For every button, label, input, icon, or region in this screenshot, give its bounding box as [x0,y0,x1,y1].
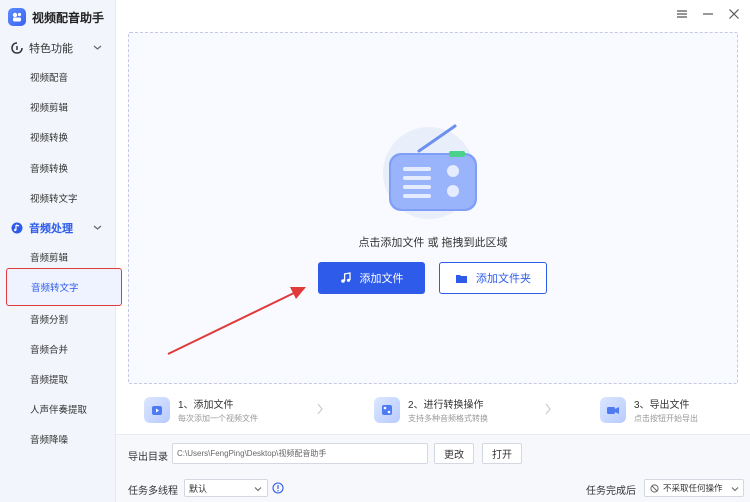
chevron-down-icon [93,45,102,50]
sidebar-item-audio-merge[interactable]: 音频合并 [0,336,116,362]
section-special-features[interactable]: 特色功能 [0,36,116,60]
sidebar: 视频配音助手 特色功能 视频配音 视频剪辑 视频转换 音频转换 视频转文字 音频… [0,0,122,502]
step-desc: 每次添加一个视频文件 [178,414,258,423]
section-label: 特色功能 [29,43,73,55]
sidebar-item-audio-split[interactable]: 音频分割 [0,306,116,332]
multithread-value: 默认 [189,483,208,494]
section-audio-processing[interactable]: 音频处理 [0,216,116,240]
sidebar-item-audio-to-text[interactable]: 音频转文字 [6,268,122,306]
add-folder-button[interactable]: 添加文件夹 [439,262,547,294]
window-controls [676,8,740,20]
add-file-step-icon [144,397,170,423]
step-desc: 点击按钮开始导出 [634,414,698,423]
step-export: 3、导出文件 点击按钮开始导出 [600,388,698,432]
sidebar-item-audio-denoise[interactable]: 音频降噪 [0,426,116,452]
menu-icon[interactable] [676,8,688,20]
radio-illustration-icon [383,124,477,219]
sidebar-item-video-dubbing[interactable]: 视频配音 [0,64,116,90]
convert-step-icon [374,397,400,423]
step-add-file: 1、添加文件 每次添加一个视频文件 [144,388,258,432]
chevron-right-icon [317,403,323,415]
multithread-label: 任务多线程 [128,486,178,497]
multithread-select[interactable]: 默认 [184,479,268,497]
after-task-value: 不采取任何操作 [663,483,723,493]
chevron-down-icon [731,487,739,492]
after-task-label: 任务完成后 [586,486,636,497]
sidebar-item-vocal-extract[interactable]: 人声伴奏提取 [0,396,116,422]
minimize-icon[interactable] [702,8,714,20]
app-header: 视频配音助手 [8,6,104,28]
info-icon[interactable] [272,482,284,494]
export-dir-label: 导出目录 [128,452,168,463]
chevron-down-icon [254,487,262,492]
close-icon[interactable] [728,8,740,20]
sidebar-item-video-convert[interactable]: 视频转换 [0,124,116,150]
drop-hint: 点击添加文件 或 拖拽到此区域 [358,237,508,249]
chevron-down-icon [93,225,102,230]
ban-icon [650,484,659,493]
change-dir-button[interactable]: 更改 [434,443,474,464]
step-title: 2、进行转换操作 [408,400,484,411]
audio-processing-icon [11,222,23,234]
export-step-icon [600,397,626,423]
add-file-label: 添加文件 [359,273,404,285]
app-title: 视频配音助手 [32,10,105,25]
app-logo-icon [8,8,26,26]
sidebar-item-audio-edit[interactable]: 音频剪辑 [0,244,116,270]
sidebar-item-audio-extract[interactable]: 音频提取 [0,366,116,392]
add-folder-label: 添加文件夹 [476,273,531,285]
sidebar-item-video-edit[interactable]: 视频剪辑 [0,94,116,120]
steps-bar: 1、添加文件 每次添加一个视频文件 2、进行转换操作 支持多种音频格式转换 3、… [128,388,738,432]
step-convert: 2、进行转换操作 支持多种音频格式转换 [374,388,488,432]
export-path-field[interactable] [172,443,428,464]
chevron-right-icon [545,403,551,415]
file-drop-zone[interactable]: 点击添加文件 或 拖拽到此区域 添加文件 添加文件夹 [128,32,738,384]
footer: 导出目录 更改 打开 任务多线程 默认 任务完成后 不采取任何操作 [116,434,750,502]
add-file-button[interactable]: 添加文件 [318,262,425,294]
folder-icon [456,274,467,283]
sidebar-item-audio-convert[interactable]: 音频转换 [0,155,116,181]
step-desc: 支持多种音频格式转换 [408,414,488,423]
sidebar-item-video-to-text[interactable]: 视频转文字 [0,185,116,211]
features-icon [11,42,23,54]
step-title: 3、导出文件 [634,400,690,411]
after-task-select[interactable]: 不采取任何操作 [644,479,744,497]
section-label: 音频处理 [29,223,73,235]
open-dir-button[interactable]: 打开 [482,443,522,464]
step-title: 1、添加文件 [178,400,234,411]
music-note-icon [340,272,351,283]
